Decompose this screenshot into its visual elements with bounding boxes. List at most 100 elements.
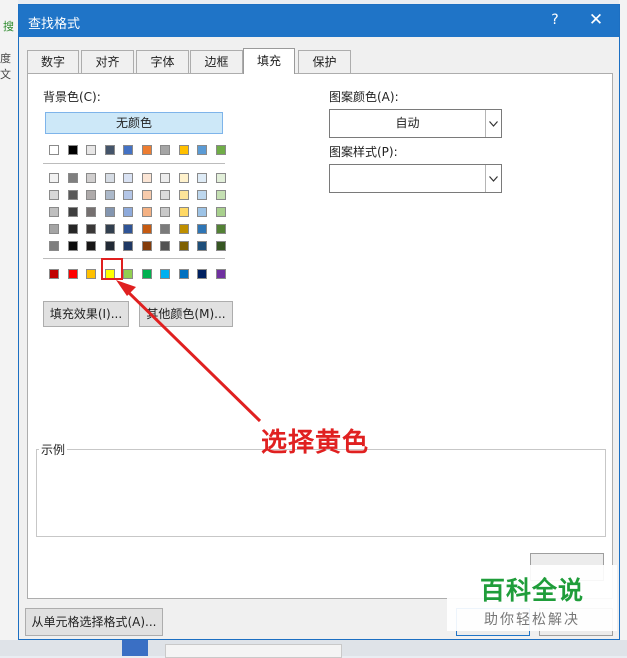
theme-shade-swatch[interactable] [104, 224, 115, 234]
theme-shade-swatch[interactable] [67, 207, 78, 217]
theme-shade-swatch[interactable] [86, 224, 96, 234]
theme-shade-swatch[interactable] [123, 190, 133, 200]
theme-shade-swatch[interactable] [215, 207, 226, 217]
close-button[interactable]: ✕ [587, 10, 605, 30]
find-format-dialog: 查找格式 ? ✕ 数字 对齐 字体 边框 填充 保护 背景色(C): 无颜色 填… [18, 4, 620, 640]
theme-shade-swatch[interactable] [86, 207, 96, 217]
dialog-titlebar[interactable]: 查找格式 ? ✕ [19, 5, 619, 37]
tab-protection[interactable]: 保护 [298, 50, 351, 73]
theme-shade-swatch[interactable] [67, 241, 78, 251]
standard-color-swatch[interactable] [49, 269, 59, 279]
theme-color-swatch[interactable] [104, 145, 115, 155]
theme-shade-swatch[interactable] [104, 190, 115, 200]
theme-shade-swatch[interactable] [160, 173, 170, 183]
theme-shade-swatch[interactable] [160, 207, 170, 217]
help-button[interactable]: ? [547, 12, 563, 28]
chevron-down-icon[interactable] [485, 110, 501, 137]
theme-shade-swatch[interactable] [178, 241, 189, 251]
theme-color-swatch[interactable] [67, 145, 78, 155]
theme-shade-swatch[interactable] [197, 224, 207, 234]
theme-color-swatch[interactable] [49, 145, 59, 155]
theme-shade-swatch[interactable] [178, 207, 189, 217]
theme-shade-swatch[interactable] [178, 224, 189, 234]
theme-color-swatch[interactable] [197, 145, 207, 155]
standard-color-swatch[interactable] [141, 269, 152, 279]
theme-shade-swatch[interactable] [67, 173, 78, 183]
standard-color-swatch[interactable] [178, 269, 189, 279]
pattern-style-value [330, 165, 485, 192]
theme-shade-swatch[interactable] [49, 207, 59, 217]
theme-shade-swatch[interactable] [141, 190, 152, 200]
pattern-style-label: 图案样式(P): [329, 145, 398, 159]
theme-shade-swatch[interactable] [67, 190, 78, 200]
theme-shade-swatch[interactable] [123, 173, 133, 183]
theme-color-swatch[interactable] [86, 145, 96, 155]
theme-shade-swatch[interactable] [141, 207, 152, 217]
tab-number[interactable]: 数字 [27, 50, 79, 73]
theme-shade-swatch[interactable] [215, 190, 226, 200]
theme-color-swatch[interactable] [160, 145, 170, 155]
theme-shade-swatch[interactable] [86, 241, 96, 251]
pattern-style-select[interactable] [329, 164, 502, 193]
standard-color-swatch[interactable] [123, 269, 133, 279]
theme-shade-swatch[interactable] [197, 241, 207, 251]
theme-shade-swatch[interactable] [178, 173, 189, 183]
theme-shade-swatch[interactable] [104, 173, 115, 183]
theme-shade-swatch[interactable] [141, 173, 152, 183]
theme-shade-swatch[interactable] [160, 224, 170, 234]
theme-shade-swatch[interactable] [123, 224, 133, 234]
theme-shade-swatch[interactable] [197, 207, 207, 217]
more-colors-button[interactable]: 其他颜色(M)... [139, 301, 233, 327]
theme-shade-swatch[interactable] [104, 207, 115, 217]
choose-format-from-cell-button[interactable]: 从单元格选择格式(A)... [25, 608, 163, 636]
theme-shade-swatch[interactable] [197, 173, 207, 183]
watermark: 百科全说 助你轻松解决 [447, 565, 617, 631]
theme-color-swatch[interactable] [123, 145, 133, 155]
tab-font[interactable]: 字体 [136, 50, 189, 73]
theme-shade-swatch[interactable] [215, 241, 226, 251]
dialog-title: 查找格式 [28, 17, 81, 32]
theme-shade-swatch[interactable] [49, 173, 59, 183]
background-text-search: 搜 [3, 20, 14, 33]
theme-shade-swatch[interactable] [67, 224, 78, 234]
sample-label: 示例 [39, 441, 68, 458]
background-app-left: 搜 度文 [0, 0, 18, 656]
theme-shade-swatch[interactable] [123, 241, 133, 251]
theme-shade-swatch[interactable] [197, 190, 207, 200]
standard-color-swatch[interactable] [215, 269, 226, 279]
tab-alignment[interactable]: 对齐 [81, 50, 134, 73]
palette-separator-2 [43, 258, 225, 259]
theme-shade-swatch[interactable] [49, 190, 59, 200]
annotation-text: 选择黄色 [261, 428, 370, 458]
tab-border[interactable]: 边框 [190, 50, 243, 73]
tab-fill[interactable]: 填充 [243, 48, 295, 74]
theme-shade-swatch[interactable] [141, 224, 152, 234]
background-taskbar [0, 640, 627, 658]
theme-shade-swatch[interactable] [215, 173, 226, 183]
theme-shade-swatch[interactable] [49, 241, 59, 251]
theme-color-swatch[interactable] [141, 145, 152, 155]
standard-color-swatch[interactable] [197, 269, 207, 279]
fill-effects-button[interactable]: 填充效果(I)... [43, 301, 129, 327]
standard-color-swatch[interactable] [67, 269, 78, 279]
standard-color-yellow-swatch[interactable] [104, 269, 115, 279]
theme-shade-swatch[interactable] [160, 190, 170, 200]
theme-shade-swatch[interactable] [104, 241, 115, 251]
theme-shade-swatch[interactable] [141, 241, 152, 251]
theme-shade-swatch[interactable] [160, 241, 170, 251]
theme-color-swatch[interactable] [215, 145, 226, 155]
theme-color-swatch[interactable] [178, 145, 189, 155]
standard-color-swatch[interactable] [86, 269, 96, 279]
pattern-color-select[interactable]: 自动 [329, 109, 502, 138]
theme-shade-swatch[interactable] [178, 190, 189, 200]
theme-shade-swatch[interactable] [215, 224, 226, 234]
no-color-button[interactable]: 无颜色 [45, 112, 223, 134]
theme-shade-swatch[interactable] [86, 173, 96, 183]
fill-panel: 背景色(C): 无颜色 填充效果(I)... 其他颜色(M)... 图案颜色(A… [27, 73, 613, 599]
watermark-subtitle: 助你轻松解决 [484, 612, 580, 628]
standard-color-swatch[interactable] [160, 269, 170, 279]
chevron-down-icon[interactable] [485, 165, 501, 192]
theme-shade-swatch[interactable] [86, 190, 96, 200]
theme-shade-swatch[interactable] [123, 207, 133, 217]
theme-shade-swatch[interactable] [49, 224, 59, 234]
